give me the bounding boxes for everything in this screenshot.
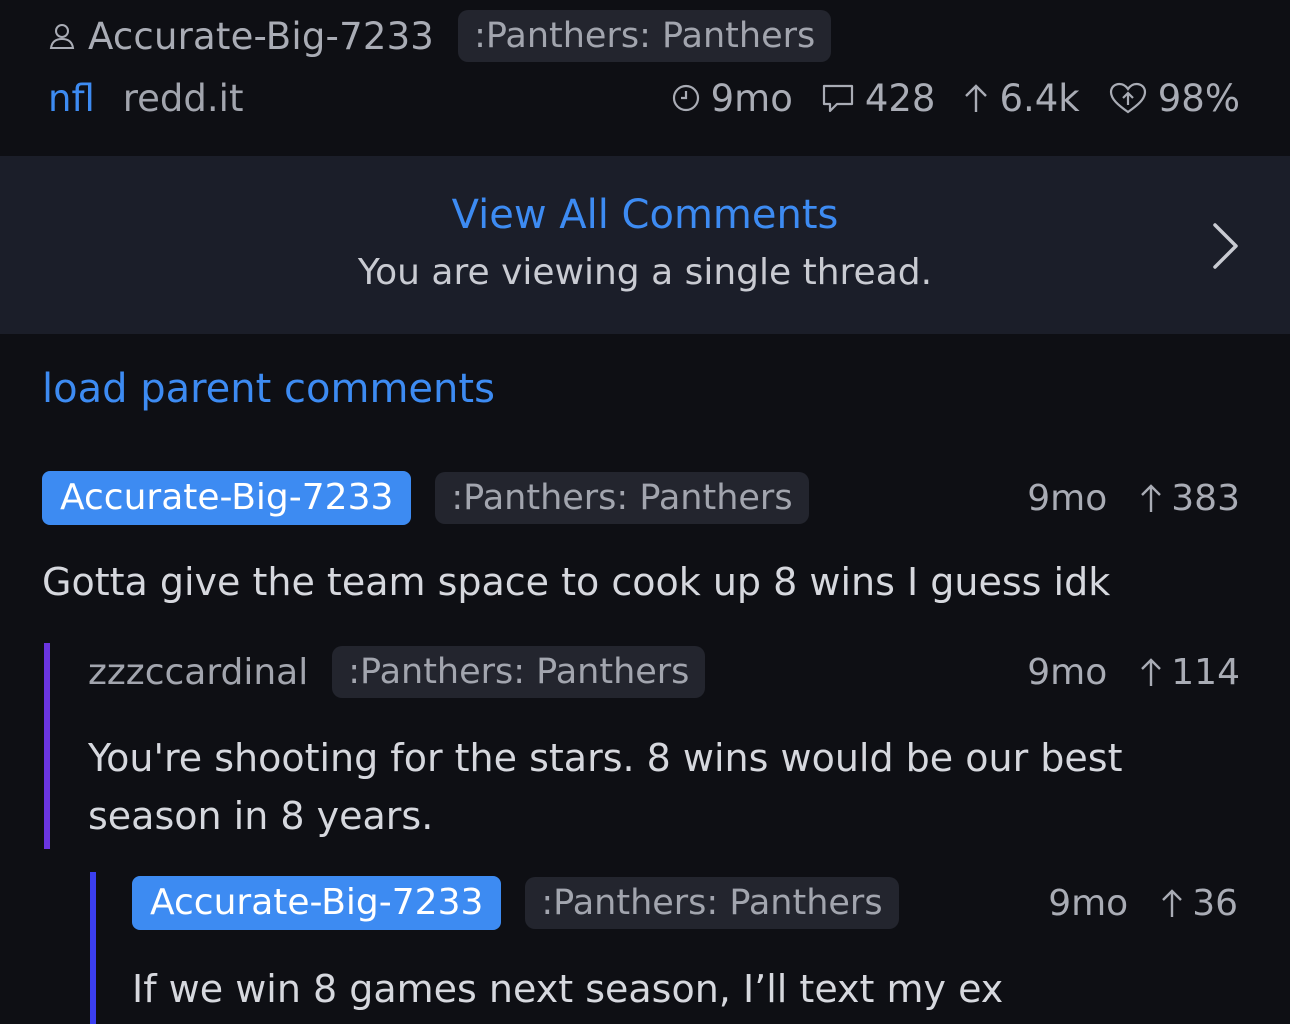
arrow-up-icon	[1162, 889, 1183, 917]
thread-view: Accurate-Big-7233 :Panthers: Panthers nf…	[0, 0, 1290, 1024]
view-all-comments-banner[interactable]: View All Comments You are viewing a sing…	[0, 156, 1290, 334]
post-score-value: 6.4k	[999, 76, 1080, 120]
post-upvote-ratio-value: 98%	[1157, 76, 1240, 120]
comment-header: Accurate-Big-7233 :Panthers: Panthers 9m…	[42, 471, 1240, 525]
comment-author-flair: :Panthers: Panthers	[435, 472, 809, 524]
post-comment-count: 428	[821, 76, 936, 120]
post-author[interactable]: Accurate-Big-7233	[88, 15, 434, 58]
comment-score: 114	[1171, 651, 1240, 693]
post-author-row: Accurate-Big-7233 :Panthers: Panthers	[48, 10, 832, 62]
comment-icon	[822, 84, 853, 113]
post-score: 6.4k	[963, 76, 1080, 120]
comment-body: You're shooting for the stars. 8 wins wo…	[88, 736, 1123, 838]
comment: Accurate-Big-7233 :Panthers: Panthers 9m…	[42, 471, 1240, 611]
post-author-flair: :Panthers: Panthers	[458, 10, 832, 62]
comment-body: Gotta give the team space to cook up 8 w…	[42, 560, 1111, 604]
comment-age: 9mo	[1048, 882, 1129, 924]
comment-score: 383	[1171, 477, 1240, 519]
comment-age: 9mo	[1027, 651, 1108, 693]
post-sub-row: nfl redd.it 9mo 428 6.4k 98%	[48, 72, 1240, 124]
comment-body: If we win 8 games next season, I’ll text…	[132, 967, 1004, 1011]
comment-meta: 9mo 36	[1048, 876, 1238, 930]
clock-icon	[672, 84, 699, 112]
heart-arrow-icon	[1109, 82, 1146, 114]
load-parent-comments-link[interactable]: load parent comments	[42, 366, 495, 412]
post-upvote-ratio: 98%	[1108, 77, 1240, 120]
single-thread-notice: You are viewing a single thread.	[357, 252, 933, 293]
comment-header: Accurate-Big-7233 :Panthers: Panthers 9m…	[132, 876, 1238, 930]
thread-depth-bar[interactable]	[90, 872, 96, 1024]
comment-meta: 9mo 114	[1027, 645, 1240, 699]
arrow-up-icon	[1141, 658, 1162, 686]
post-age-value: 9mo	[710, 76, 793, 120]
post-comment-count-value: 428	[864, 76, 936, 120]
comment-age: 9mo	[1027, 477, 1108, 519]
comment-score: 36	[1192, 882, 1238, 924]
post-domain[interactable]: redd.it	[123, 77, 244, 120]
arrow-up-icon	[965, 84, 988, 112]
comment-author-op[interactable]: Accurate-Big-7233	[42, 471, 412, 525]
comment-author-flair: :Panthers: Panthers	[332, 646, 706, 698]
subreddit-link[interactable]: nfl	[48, 77, 95, 120]
arrow-up-icon	[1141, 484, 1162, 512]
post-meta: Accurate-Big-7233 :Panthers: Panthers nf…	[0, 0, 1290, 156]
comment: zzzccardinal :Panthers: Panthers 9mo 114…	[88, 645, 1240, 845]
thread-depth-bar[interactable]	[44, 643, 50, 849]
view-all-comments-link[interactable]: View All Comments	[0, 192, 1290, 238]
post-age: 9mo	[671, 77, 793, 120]
comment-header: zzzccardinal :Panthers: Panthers 9mo 114	[88, 645, 1240, 699]
comment: Accurate-Big-7233 :Panthers: Panthers 9m…	[132, 876, 1238, 1018]
comment-meta: 9mo 383	[1027, 471, 1240, 525]
comment-author-op[interactable]: Accurate-Big-7233	[132, 876, 502, 930]
comment-author[interactable]: zzzccardinal	[88, 652, 308, 693]
chevron-right-icon[interactable]	[1210, 222, 1240, 270]
post-stats: 9mo 428 6.4k 98%	[671, 77, 1240, 120]
comment-author-flair: :Panthers: Panthers	[525, 877, 899, 929]
user-icon	[49, 24, 75, 49]
